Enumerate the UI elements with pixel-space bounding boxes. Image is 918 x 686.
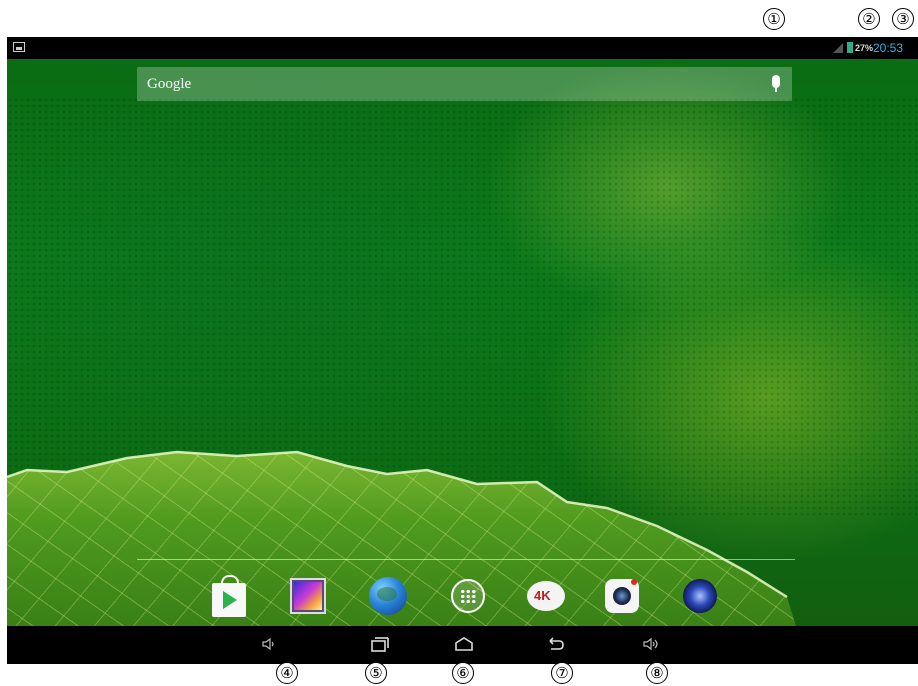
callout-4: ④	[276, 662, 298, 684]
callout-6: ⑥	[452, 662, 474, 684]
android-home-screen: 27% 20:53 Google 4K	[7, 37, 918, 664]
4k-badge-text: 4K	[534, 588, 551, 603]
callout-3: ③	[892, 8, 914, 30]
app-drawer-icon[interactable]	[447, 575, 489, 617]
volume-up-icon[interactable]	[640, 634, 662, 654]
microphone-icon[interactable]	[772, 75, 780, 92]
wallpaper-dot-pattern	[7, 97, 918, 517]
gallery-icon[interactable]	[287, 575, 329, 617]
camera-icon[interactable]	[601, 575, 643, 617]
google-search-bar[interactable]: Google	[137, 67, 792, 101]
status-bar[interactable]: 27% 20:53	[7, 37, 918, 59]
play-store-icon[interactable]	[208, 575, 250, 617]
browser-icon[interactable]	[367, 575, 409, 617]
signal-icon	[833, 43, 843, 53]
home-icon[interactable]	[453, 634, 475, 654]
dock-divider	[137, 559, 795, 560]
4k-player-icon[interactable]: 4K	[525, 575, 567, 617]
search-label: Google	[147, 76, 192, 92]
music-icon[interactable]	[679, 575, 721, 617]
picture-notification-icon[interactable]	[13, 42, 25, 52]
callout-1: ①	[763, 8, 785, 30]
battery-percent: 27%	[855, 43, 874, 53]
callout-8: ⑧	[646, 662, 668, 684]
callout-5: ⑤	[365, 662, 387, 684]
recent-apps-icon[interactable]	[368, 634, 390, 654]
volume-down-icon[interactable]	[259, 634, 281, 654]
callout-2: ②	[858, 8, 880, 30]
callout-7: ⑦	[551, 662, 573, 684]
battery-icon	[847, 42, 853, 53]
navigation-bar	[7, 626, 918, 664]
back-icon[interactable]	[544, 634, 566, 654]
clock: 20:53	[873, 41, 904, 55]
